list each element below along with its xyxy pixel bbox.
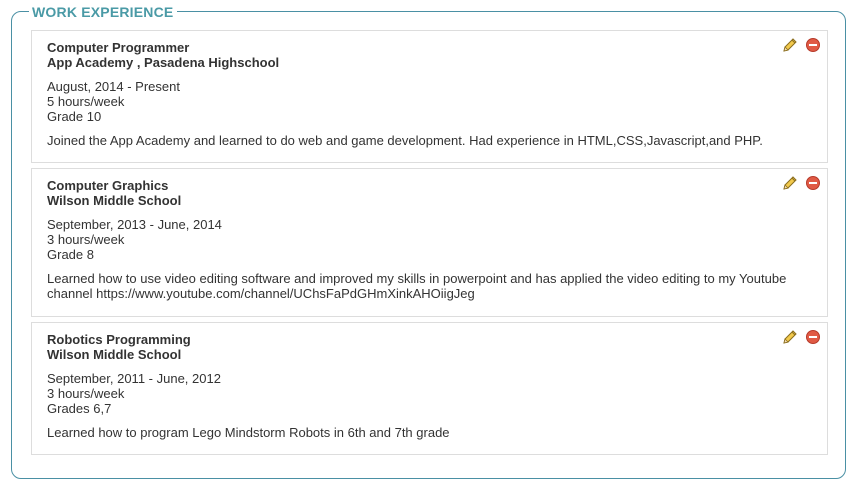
entry-organization: Wilson Middle School bbox=[47, 347, 182, 362]
entry-organization: Wilson Middle School bbox=[47, 193, 182, 208]
entry-actions bbox=[782, 37, 822, 53]
minus-circle-icon[interactable] bbox=[806, 38, 820, 52]
entry-grade: Grade 10 bbox=[47, 109, 102, 124]
entry-description: Learned how to use video editing softwar… bbox=[47, 271, 787, 301]
entry-hours: 5 hours/week bbox=[47, 94, 125, 109]
entry-meta: September, 2011 - June, 2012 3 hours/wee… bbox=[47, 371, 767, 416]
experience-entry: Robotics Programming Wilson Middle Schoo… bbox=[31, 322, 828, 455]
entry-hours: 3 hours/week bbox=[47, 232, 125, 247]
entry-dates: August, 2014 - Present bbox=[47, 79, 180, 94]
entry-hours: 3 hours/week bbox=[47, 386, 125, 401]
entry-description: Learned how to program Lego Mindstorm Ro… bbox=[47, 425, 450, 440]
pencil-icon[interactable] bbox=[782, 37, 798, 53]
entry-meta: September, 2013 - June, 2014 3 hours/wee… bbox=[47, 217, 767, 262]
entry-content: Computer Graphics Wilson Middle School S… bbox=[47, 178, 786, 301]
minus-circle-icon[interactable] bbox=[806, 176, 820, 190]
entry-dates: September, 2011 - June, 2012 bbox=[47, 371, 221, 386]
entry-grade: Grades 6,7 bbox=[47, 401, 112, 416]
entry-title: Robotics Programming bbox=[47, 332, 191, 347]
experience-entry: Computer Graphics Wilson Middle School S… bbox=[31, 168, 828, 317]
entry-description: Joined the App Academy and learned to do… bbox=[47, 133, 763, 148]
experience-entry: Computer Programmer App Academy , Pasade… bbox=[31, 30, 828, 163]
entry-actions bbox=[782, 175, 822, 191]
entry-actions bbox=[782, 329, 822, 345]
entry-content: Robotics Programming Wilson Middle Schoo… bbox=[47, 332, 767, 440]
minus-circle-icon[interactable] bbox=[806, 330, 820, 344]
section-legend: WORK EXPERIENCE bbox=[29, 3, 178, 21]
entry-organization: App Academy , Pasadena Highschool bbox=[47, 55, 280, 70]
entry-meta: August, 2014 - Present 5 hours/week Grad… bbox=[47, 79, 767, 124]
entry-grade: Grade 8 bbox=[47, 247, 94, 262]
entry-title: Computer Programmer bbox=[47, 40, 190, 55]
entry-dates: September, 2013 - June, 2014 bbox=[47, 217, 222, 232]
pencil-icon[interactable] bbox=[782, 329, 798, 345]
pencil-icon[interactable] bbox=[782, 175, 798, 191]
entry-content: Computer Programmer App Academy , Pasade… bbox=[47, 40, 767, 148]
entry-title: Computer Graphics bbox=[47, 178, 169, 193]
